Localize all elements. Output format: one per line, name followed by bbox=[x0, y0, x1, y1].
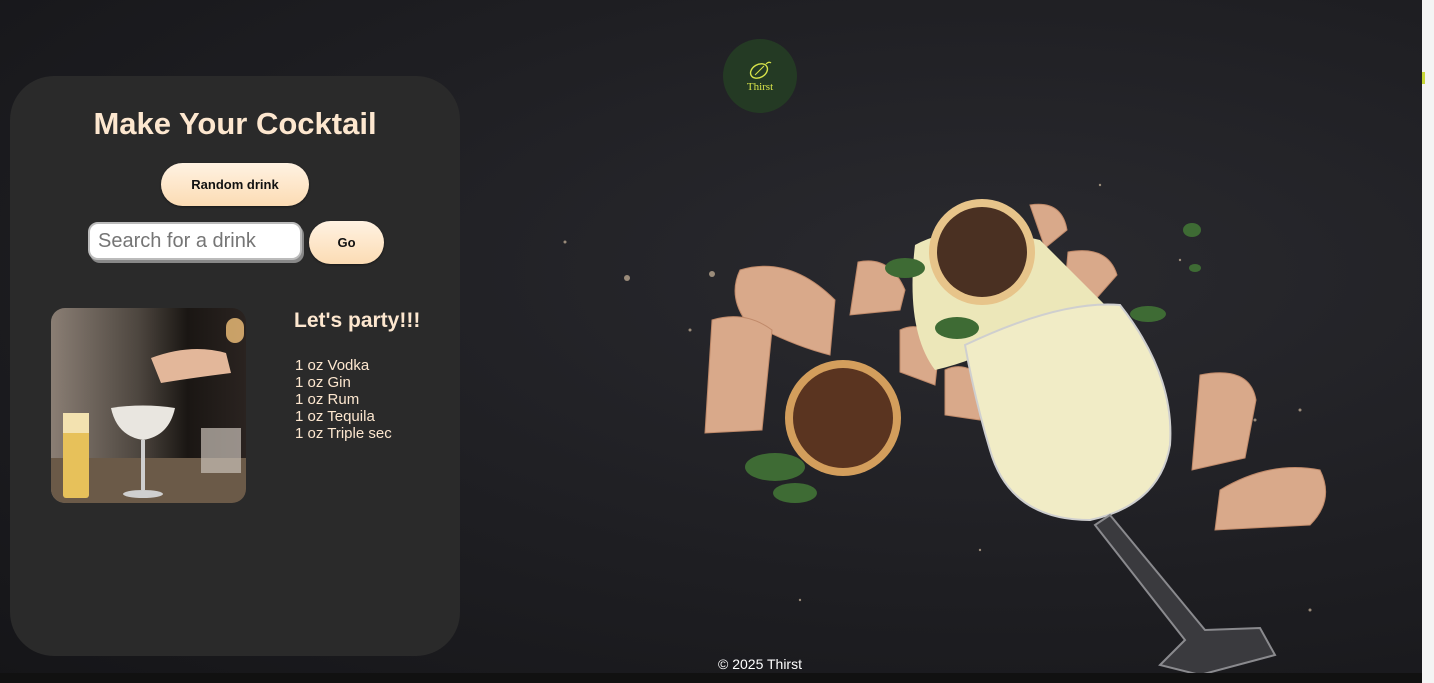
ingredient-item: 1 oz Triple sec bbox=[295, 425, 392, 442]
cocktail-panel: Make Your Cocktail Random drink Go Let's… bbox=[10, 76, 460, 656]
go-button[interactable]: Go bbox=[309, 221, 384, 264]
ingredient-item: 1 oz Gin bbox=[295, 374, 351, 391]
ingredient-list: 1 oz Vodka 1 oz Gin 1 oz Rum 1 oz Tequil… bbox=[295, 357, 392, 442]
drink-name: Let's party!!! bbox=[294, 309, 421, 332]
footer-copyright: © 2025 Thirst bbox=[718, 656, 802, 672]
ingredient-item: 1 oz Rum bbox=[295, 391, 360, 408]
logo-text: Thirst bbox=[746, 80, 774, 93]
browser-scrollbar[interactable] bbox=[1422, 0, 1434, 683]
lemon-icon bbox=[749, 61, 772, 79]
ingredient-item: 1 oz Vodka bbox=[295, 357, 370, 374]
drink-image bbox=[51, 308, 246, 503]
page-title: Make Your Cocktail bbox=[93, 106, 377, 141]
thirst-logo[interactable]: Thirst bbox=[723, 39, 797, 113]
search-input[interactable] bbox=[88, 222, 302, 260]
ingredient-item: 1 oz Tequila bbox=[295, 408, 375, 425]
scroll-thumb[interactable] bbox=[1422, 72, 1425, 84]
bottom-strip bbox=[0, 673, 1422, 683]
random-drink-button[interactable]: Random drink bbox=[161, 163, 309, 206]
